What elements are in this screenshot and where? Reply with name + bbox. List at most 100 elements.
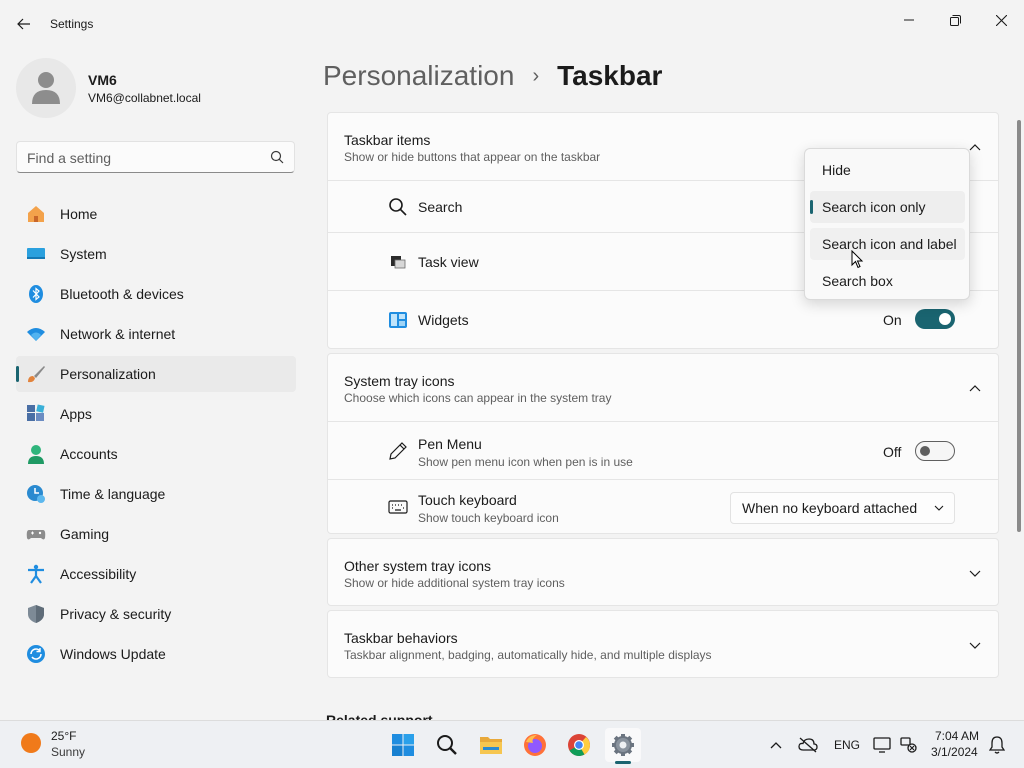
chevron-down-icon — [934, 505, 944, 511]
sidebar-item-system[interactable]: System — [16, 236, 296, 272]
network-volume-button[interactable] — [899, 736, 919, 754]
cloud-offline-icon — [798, 737, 818, 753]
monitor-icon — [873, 737, 891, 753]
sidebar-item-time-language[interactable]: Time & language — [16, 476, 296, 512]
sidebar-item-apps[interactable]: Apps — [16, 396, 296, 432]
row-label: Pen Menu — [418, 436, 482, 452]
display-button[interactable] — [873, 736, 893, 754]
pen-icon — [389, 442, 407, 460]
system-tray-card: System tray icons Choose which icons can… — [327, 353, 999, 534]
touch-keyboard-dropdown[interactable]: When no keyboard attached — [730, 492, 955, 524]
row-label: Task view — [418, 254, 479, 270]
start-button[interactable] — [385, 728, 421, 762]
section-title: Taskbar items — [344, 132, 431, 148]
sidebar-item-label: Home — [60, 206, 98, 222]
row-label: Widgets — [418, 312, 469, 328]
sidebar-item-bluetooth[interactable]: Bluetooth & devices — [16, 276, 296, 312]
firefox-button[interactable] — [517, 728, 553, 762]
update-icon — [27, 645, 45, 663]
close-icon — [995, 14, 1007, 26]
page-title: Taskbar — [557, 60, 663, 91]
menu-item-search-icon-and-label[interactable]: Search icon and label — [810, 228, 965, 260]
section-title: Taskbar behaviors — [344, 630, 458, 646]
search-options-menu: Hide Search icon only Search icon and la… — [804, 148, 970, 300]
minimize-button[interactable] — [886, 4, 932, 36]
menu-item-label: Search icon and label — [822, 236, 957, 252]
active-app-indicator — [615, 761, 631, 764]
menu-item-search-box[interactable]: Search box — [810, 265, 965, 297]
system-tray-header[interactable]: System tray icons Choose which icons can… — [328, 354, 998, 421]
taskbar-behaviors-card[interactable]: Taskbar behaviors Taskbar alignment, bad… — [327, 610, 999, 678]
weather-condition[interactable]: Sunny — [51, 745, 85, 759]
sidebar-item-label: Network & internet — [60, 326, 176, 342]
breadcrumb-separator: › — [532, 64, 540, 87]
apps-icon — [27, 404, 45, 421]
sidebar-item-label: Gaming — [60, 526, 110, 542]
avatar[interactable] — [16, 58, 76, 118]
row-subtitle: Show touch keyboard icon — [418, 511, 559, 525]
menu-item-label: Hide — [822, 162, 851, 178]
dropdown-value: When no keyboard attached — [742, 500, 918, 516]
sidebar-item-label: Accessibility — [60, 566, 137, 582]
show-hidden-icons-button[interactable] — [766, 736, 786, 754]
clock-date[interactable]: 3/1/2024 — [931, 745, 978, 759]
row-subtitle: Show pen menu icon when pen is in use — [418, 455, 633, 469]
chevron-down-icon — [969, 642, 981, 649]
sidebar-item-windows-update[interactable]: Windows Update — [16, 636, 296, 672]
toggle-state-label: Off — [883, 444, 902, 460]
pen-menu-row: Pen Menu Show pen menu icon when pen is … — [328, 422, 998, 479]
breadcrumb-parent[interactable]: Personalization — [323, 60, 514, 92]
firefox-icon — [524, 734, 546, 756]
back-arrow-icon — [17, 18, 30, 30]
profile-email: VM6@collabnet.local — [88, 91, 201, 105]
scrollbar[interactable] — [1017, 120, 1021, 532]
menu-item-search-icon-only[interactable]: Search icon only — [810, 191, 965, 223]
weather-temp[interactable]: 25°F — [51, 729, 76, 743]
profile-name: VM6 — [88, 72, 117, 88]
section-subtitle: Choose which icons can appear in the sys… — [344, 391, 612, 405]
brush-icon — [28, 366, 45, 383]
title-bar: Settings — [0, 0, 1024, 48]
back-button[interactable] — [8, 10, 40, 38]
sidebar-item-label: Apps — [60, 406, 92, 422]
sun-icon[interactable] — [21, 733, 41, 753]
breadcrumb: Personalization › Taskbar — [323, 58, 662, 94]
menu-item-hide[interactable]: Hide — [810, 154, 965, 186]
sidebar-item-accounts[interactable]: Accounts — [16, 436, 296, 472]
window-title: Settings — [50, 17, 94, 31]
restore-icon — [949, 14, 961, 26]
sidebar-item-accessibility[interactable]: Accessibility — [16, 556, 296, 592]
close-button[interactable] — [978, 4, 1024, 36]
sidebar-item-personalization[interactable]: Personalization — [16, 356, 296, 392]
start-icon — [392, 734, 414, 756]
toggle-state-label: On — [883, 312, 902, 328]
selection-indicator — [810, 200, 813, 214]
search-input[interactable]: Find a setting — [16, 141, 295, 173]
mouse-cursor-icon — [851, 250, 864, 269]
sidebar-item-network[interactable]: Network & internet — [16, 316, 296, 352]
chrome-button[interactable] — [561, 728, 597, 762]
sidebar-item-home[interactable]: Home — [16, 196, 296, 232]
row-label: Search — [418, 199, 463, 215]
input-language[interactable]: ENG — [834, 738, 860, 752]
pen-menu-toggle[interactable] — [915, 441, 955, 461]
accessibility-icon — [28, 564, 44, 584]
file-explorer-icon — [480, 737, 502, 754]
search-placeholder: Find a setting — [27, 150, 112, 166]
notifications-button[interactable] — [987, 736, 1007, 754]
clock-time[interactable]: 7:04 AM — [935, 729, 979, 743]
onedrive-button[interactable] — [798, 736, 818, 754]
widgets-toggle[interactable] — [915, 309, 955, 329]
sidebar-item-gaming[interactable]: Gaming — [16, 516, 296, 552]
taskbar-search-button[interactable] — [429, 728, 465, 762]
settings-button[interactable] — [605, 728, 641, 762]
other-tray-card[interactable]: Other system tray icons Show or hide add… — [327, 538, 999, 606]
selection-indicator — [16, 366, 19, 382]
section-title: System tray icons — [344, 373, 455, 389]
sidebar-item-privacy-security[interactable]: Privacy & security — [16, 596, 296, 632]
file-explorer-button[interactable] — [473, 728, 509, 762]
touch-keyboard-row: Touch keyboard Show touch keyboard icon … — [328, 480, 998, 534]
settings-icon — [612, 734, 634, 756]
restore-button[interactable] — [932, 4, 978, 36]
time-language-icon — [27, 485, 45, 503]
